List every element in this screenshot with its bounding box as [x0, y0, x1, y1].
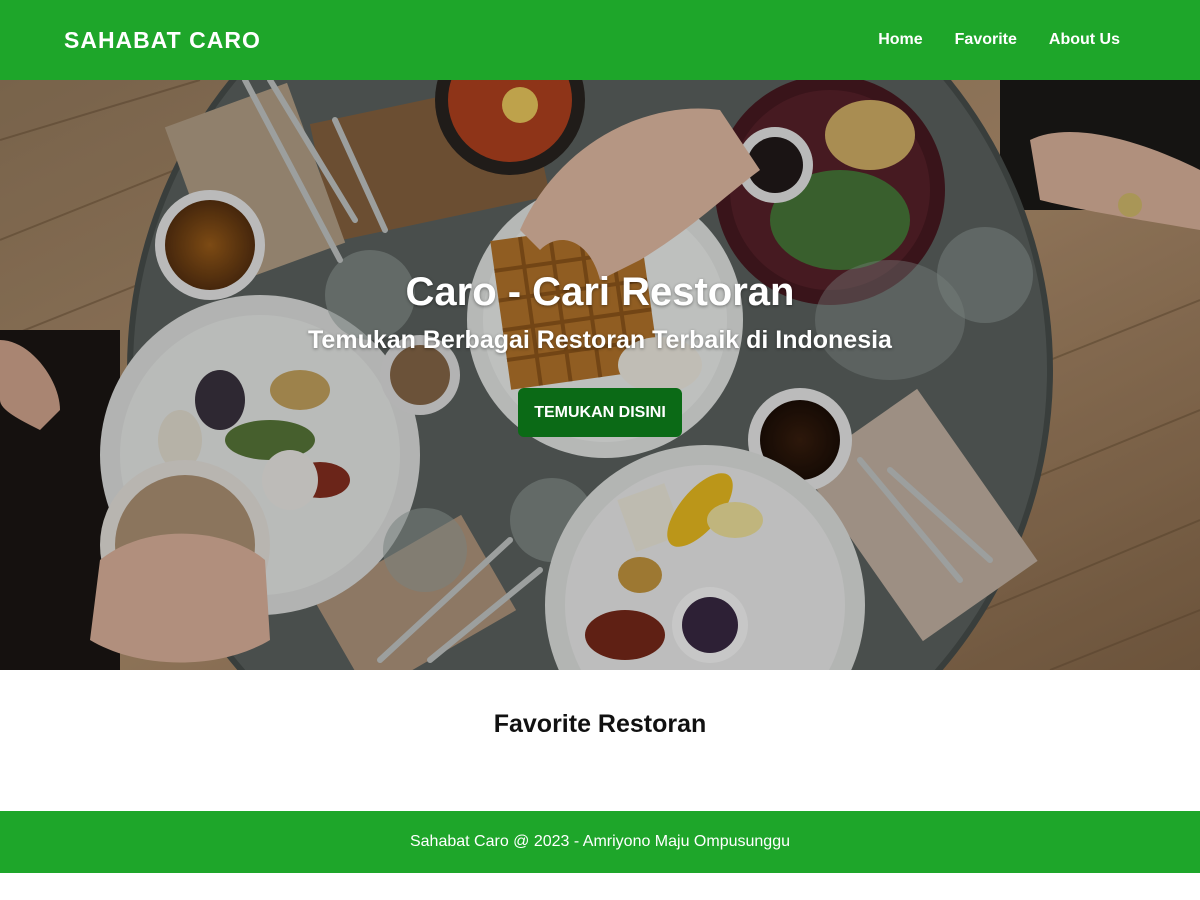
hero-title: Caro - Cari Restoran: [405, 270, 795, 314]
nav-favorite[interactable]: Favorite: [955, 31, 1017, 49]
app-header: SAHABAT CARO Home Favorite About Us: [0, 0, 1200, 80]
hero-section: Caro - Cari Restoran Temukan Berbagai Re…: [0, 80, 1200, 670]
brand-logo[interactable]: SAHABAT CARO: [64, 27, 261, 54]
hero-subtitle: Temukan Berbagai Restoran Terbaik di Ind…: [308, 326, 892, 354]
main-nav: Home Favorite About Us: [846, 31, 1120, 49]
nav-home[interactable]: Home: [878, 31, 922, 49]
find-here-button[interactable]: TEMUKAN DISINI: [518, 388, 682, 437]
hero-content: Caro - Cari Restoran Temukan Berbagai Re…: [0, 80, 1200, 670]
footer-copyright: Sahabat Caro @ 2023 - Amriyono Maju Ompu…: [409, 833, 790, 850]
favorites-section: Favorite Restoran: [0, 670, 1200, 811]
app-footer: Sahabat Caro @ 2023 - Amriyono Maju Ompu…: [0, 811, 1200, 873]
favorites-title: Favorite Restoran: [493, 710, 707, 738]
nav-about-us[interactable]: About Us: [1049, 31, 1120, 49]
